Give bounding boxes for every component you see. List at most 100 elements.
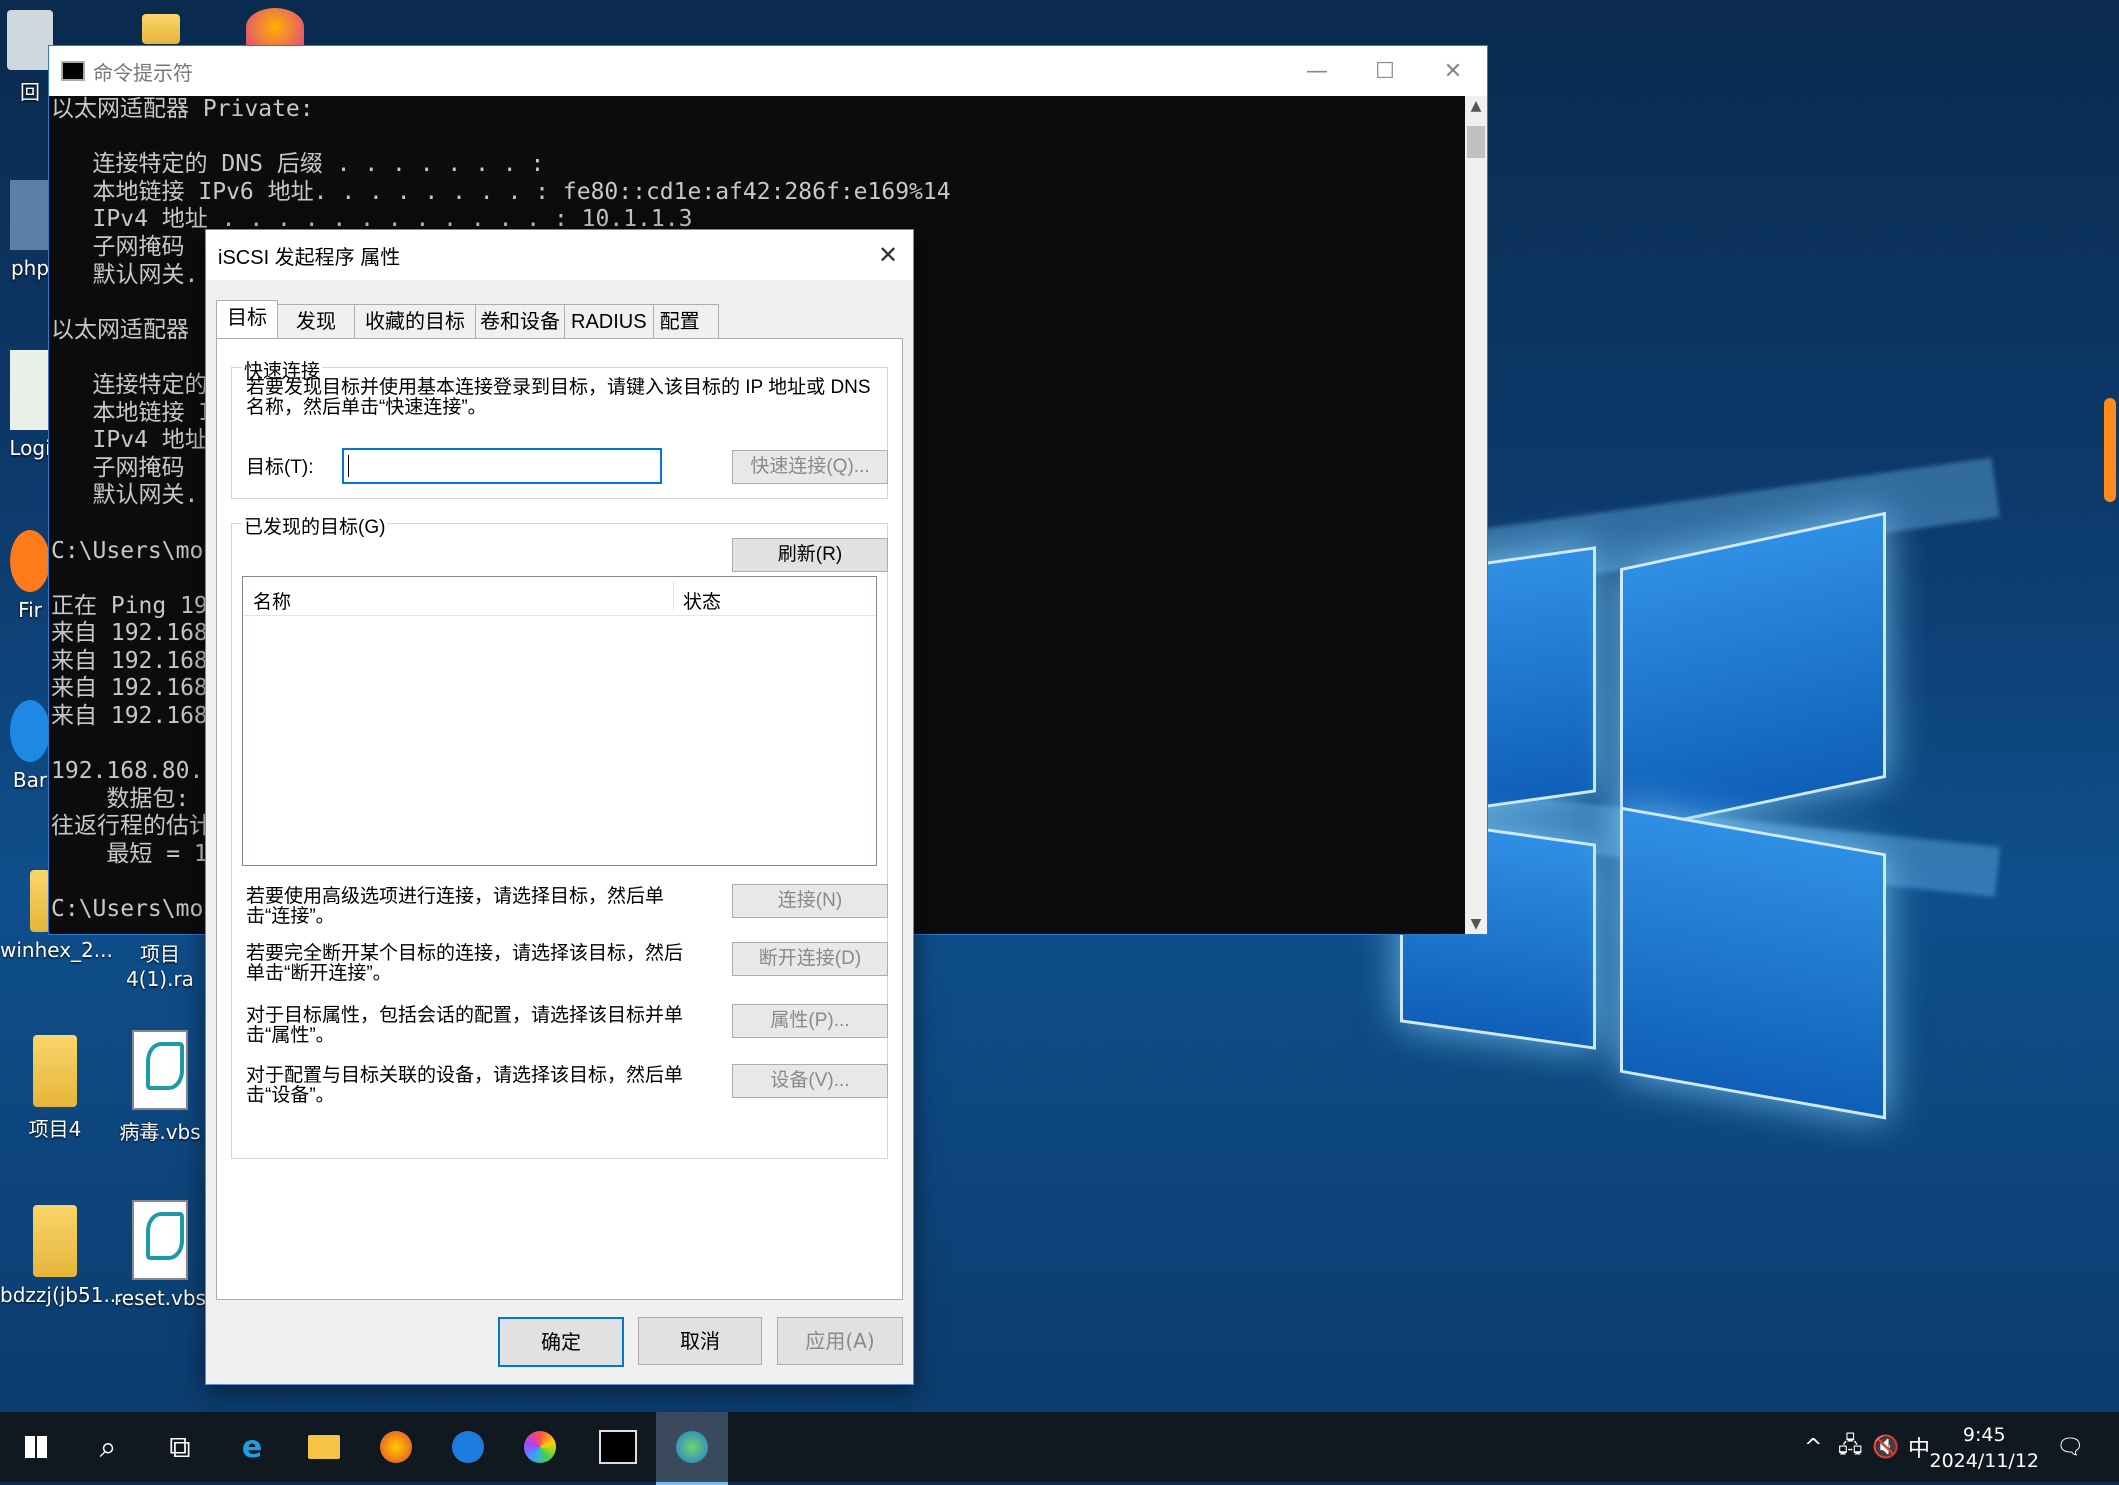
bluetooth-app-icon — [452, 1431, 484, 1463]
connect-button[interactable]: 连接(N) — [732, 884, 888, 918]
minimize-button[interactable]: — — [1283, 59, 1351, 84]
scrollbar-thumb[interactable] — [1467, 126, 1485, 158]
command-prompt-icon — [599, 1430, 637, 1464]
cmd-app-icon — [61, 61, 85, 81]
desktop-icon-label: 回 — [20, 80, 40, 104]
taskbar-app-blue[interactable] — [432, 1412, 504, 1482]
cancel-button[interactable]: 取消 — [638, 1317, 762, 1365]
taskbar-explorer[interactable] — [288, 1412, 360, 1482]
desktop-icon-xiangmu4[interactable]: 项目4 — [0, 1035, 110, 1142]
devices-description: 对于配置与目标关联的设备，请选择该目标，然后单击“设备”。 — [246, 1065, 684, 1106]
start-button[interactable] — [0, 1412, 72, 1482]
taskbar-firefox[interactable] — [360, 1412, 432, 1482]
clock-date: 2024/11/12 — [1929, 1450, 2039, 1472]
tab-favorite-targets[interactable]: 收藏的目标 — [354, 304, 476, 339]
properties-description: 对于目标属性，包括会话的配置，请选择该目标并单击“属性”。 — [246, 1005, 684, 1046]
ok-button[interactable]: 确定 — [498, 1317, 624, 1367]
desktop-icon-label: Logi — [9, 436, 51, 460]
column-header-name[interactable]: 名称 — [253, 587, 291, 614]
desktop-icon-label: 项目4 — [28, 1117, 82, 1141]
column-header-status[interactable]: 状态 — [683, 587, 721, 614]
column-divider[interactable] — [673, 581, 674, 611]
targets-tab-page: 快速连接 若要发现目标并使用基本连接登录到目标，请键入该目标的 IP 地址或 D… — [216, 338, 903, 1300]
network-icon[interactable]: 🖧 — [1838, 1412, 1863, 1482]
tab-discovery[interactable]: 发现 — [277, 304, 355, 339]
list-header: 名称 状态 — [243, 577, 876, 616]
ai-app-icon — [524, 1431, 556, 1463]
connect-description: 若要使用高级选项进行连接，请选择目标，然后单击“连接”。 — [246, 886, 665, 927]
app-shortcut-icon — [10, 700, 50, 762]
show-hidden-icons-button[interactable]: ^ — [1804, 1412, 1822, 1482]
quick-connect-button[interactable]: 快速连接(Q)... — [732, 450, 888, 484]
quick-connect-group: 快速连接 若要发现目标并使用基本连接登录到目标，请键入该目标的 IP 地址或 D… — [231, 356, 888, 499]
folder-icon — [30, 870, 50, 932]
script-file-icon — [132, 1200, 188, 1280]
desktop-icon-folder-top[interactable] — [142, 14, 180, 44]
cmd-title: 命令提示符 — [93, 60, 193, 85]
cmd-titlebar[interactable]: 命令提示符 — ☐ ✕ — [49, 46, 1487, 96]
discovered-targets-list[interactable]: 名称 状态 — [242, 576, 877, 866]
recycle-bin-icon — [7, 10, 53, 70]
firefox-icon — [380, 1431, 412, 1463]
quick-connect-description: 若要发现目标并使用基本连接登录到目标，请键入该目标的 IP 地址或 DNS 名称… — [246, 377, 871, 418]
task-view-icon: ⧉ — [169, 1429, 191, 1465]
search-icon: ⌕ — [99, 1429, 117, 1465]
dialog-title: iSCSI 发起程序 属性 — [218, 246, 401, 269]
target-input[interactable] — [342, 448, 662, 484]
devices-button[interactable]: 设备(V)... — [732, 1064, 888, 1098]
internet-explorer-icon: e — [241, 1429, 263, 1465]
scroll-down-arrow-icon[interactable]: ▼ — [1465, 916, 1487, 932]
console-line: 以太网适配器 Private: — [51, 96, 314, 122]
desktop-icon-virus-vbs[interactable]: 病毒.vbs — [110, 1030, 210, 1145]
taskbar-ie[interactable]: e — [216, 1412, 288, 1482]
close-button[interactable]: ✕ — [1419, 59, 1487, 84]
tab-strip: 目标 发现 收藏的目标 卷和设备 RADIUS 配置 — [216, 300, 719, 339]
desktop-icon-label: bdzzj(jb51... — [0, 1283, 123, 1307]
taskbar-clock[interactable]: 9:45 2024/11/12 — [1929, 1422, 2039, 1474]
text-caret — [348, 455, 349, 477]
disconnect-button[interactable]: 断开连接(D) — [732, 942, 888, 976]
tab-configuration[interactable]: 配置 — [652, 304, 719, 339]
taskbar-iscsi[interactable] — [656, 1412, 728, 1485]
notification-center-icon[interactable]: 🗨 — [2056, 1412, 2084, 1482]
disconnect-description: 若要完全断开某个目标的连接，请选择该目标，然后单击“断开连接”。 — [246, 943, 684, 984]
script-file-icon — [132, 1030, 188, 1110]
iscsi-properties-dialog[interactable]: iSCSI 发起程序 属性 ✕ 目标 发现 收藏的目标 卷和设备 RADIUS … — [205, 229, 914, 1385]
desktop-icon-reset-vbs[interactable]: reset.vbs — [110, 1200, 210, 1310]
taskbar-app-color[interactable] — [504, 1412, 576, 1482]
maximize-button[interactable]: ☐ — [1351, 59, 1419, 84]
discovered-targets-label: 已发现的目标(G) — [242, 512, 388, 539]
tab-radius[interactable]: RADIUS — [564, 304, 654, 339]
discovered-targets-group: 已发现的目标(G) 刷新(R) 名称 状态 若要使用高级选项进行连接，请选择目标… — [231, 512, 888, 1159]
apply-button[interactable]: 应用(A) — [777, 1317, 903, 1365]
taskbar-cmd[interactable] — [582, 1412, 654, 1482]
console-line: 连接特定的 DNS 后缀 . . . . . . . : — [51, 151, 545, 178]
task-view-button[interactable]: ⧉ — [144, 1412, 216, 1482]
dialog-titlebar[interactable]: iSCSI 发起程序 属性 ✕ — [206, 230, 913, 280]
refresh-button[interactable]: 刷新(R) — [732, 538, 888, 572]
windows-start-icon — [25, 1436, 47, 1458]
desktop-icon-label: Fir — [18, 598, 42, 622]
cmd-scrollbar[interactable]: ▲ ▼ — [1465, 96, 1487, 934]
iscsi-initiator-icon — [676, 1431, 708, 1463]
scroll-up-arrow-icon[interactable]: ▲ — [1465, 98, 1487, 114]
volume-muted-icon[interactable]: 🔇 — [1872, 1412, 1899, 1482]
taskbar: ⌕ ⧉ e ^ 🖧 🔇 中 9:45 2024/11/12 🗨 — [0, 1412, 2119, 1485]
search-button[interactable]: ⌕ — [72, 1412, 144, 1482]
desktop-icon-label: reset.vbs — [114, 1286, 206, 1310]
properties-button[interactable]: 属性(P)... — [732, 1004, 888, 1038]
tab-volumes-devices[interactable]: 卷和设备 — [475, 304, 565, 339]
firefox-top-icon[interactable] — [246, 8, 304, 46]
desktop-icon-bdzzj[interactable]: bdzzj(jb51... — [0, 1205, 123, 1307]
dialog-close-button[interactable]: ✕ — [863, 241, 913, 270]
tab-targets[interactable]: 目标 — [216, 300, 278, 339]
target-label: 目标(T): — [246, 457, 314, 478]
desktop-icon-label: 病毒.vbs — [119, 1120, 201, 1144]
desktop-icon-label: Bar — [12, 768, 48, 792]
folder-icon — [33, 1205, 77, 1277]
desktop-icon-label: php — [10, 256, 50, 280]
folder-icon — [33, 1035, 77, 1107]
clock-time: 9:45 — [1962, 1424, 2006, 1446]
ime-indicator[interactable]: 中 — [1908, 1412, 1930, 1482]
